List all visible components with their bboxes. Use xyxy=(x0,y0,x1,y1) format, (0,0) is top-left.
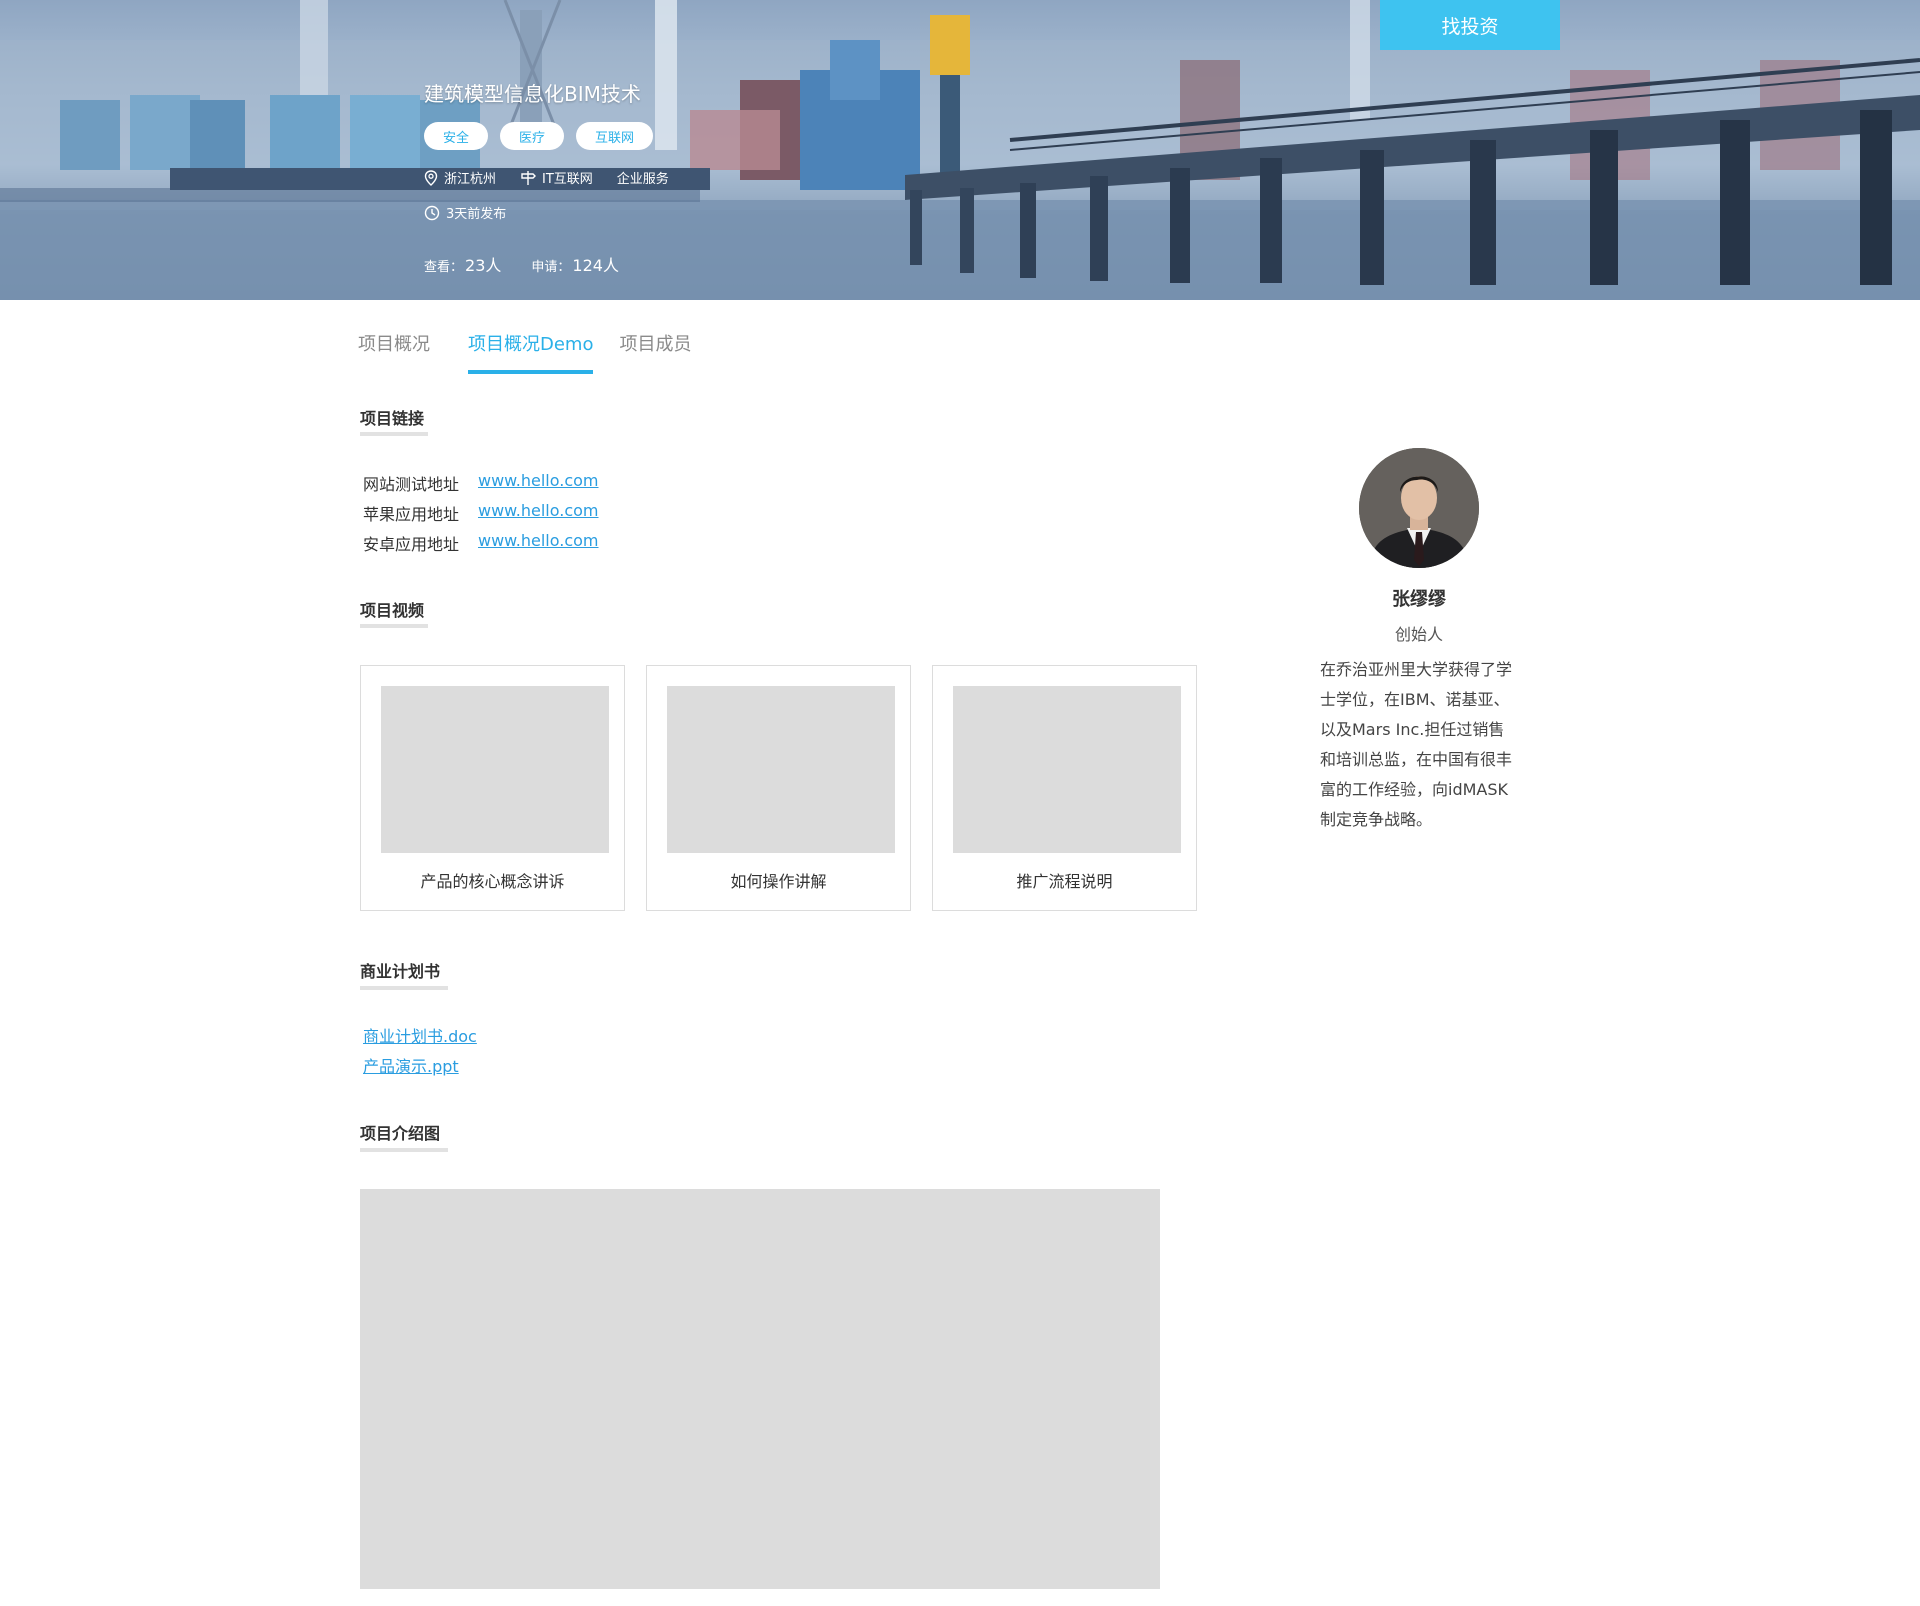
video-title: 推广流程说明 xyxy=(1016,872,1113,891)
tag-internet[interactable]: 互联网 xyxy=(576,122,654,150)
video-card[interactable]: 推广流程说明 xyxy=(932,665,1197,911)
intro-image-placeholder xyxy=(360,1189,1160,1589)
signpost-icon xyxy=(521,170,537,185)
category-text: 企业服务 xyxy=(616,172,669,187)
clock-icon xyxy=(424,205,440,220)
bio-line: 在乔治亚州里大学获得了学 xyxy=(1320,660,1513,679)
publish-info: 3天前发布 xyxy=(424,203,506,222)
applies-count: 124人 xyxy=(572,256,619,275)
industrial-harbor-illustration xyxy=(0,0,1920,300)
tag-security[interactable]: 安全 xyxy=(424,122,489,150)
website-link[interactable]: www.hello.com xyxy=(478,471,599,495)
section-divider xyxy=(360,1148,448,1152)
founder-portrait xyxy=(1359,448,1479,568)
video-thumbnail[interactable] xyxy=(953,686,1181,853)
video-thumbnail[interactable] xyxy=(381,686,609,853)
project-title: 建筑模型信息化BIM技术 xyxy=(424,82,641,106)
section-divider xyxy=(360,986,448,990)
industry-text: IT互联网 xyxy=(542,172,593,187)
video-card[interactable]: 如何操作讲解 xyxy=(646,665,911,911)
project-meta: 浙江杭州 IT互联网 企业服务 xyxy=(424,168,669,187)
intro-section-title: 项目介绍图 xyxy=(360,1124,441,1143)
bio-line: 富的工作经验，向idMASK xyxy=(1320,780,1509,799)
founder-avatar xyxy=(1359,448,1479,568)
publish-time: 3天前发布 xyxy=(446,207,507,222)
tab-overview-demo[interactable]: 项目概况Demo xyxy=(468,330,594,374)
link-row-website: 网站测试地址 www.hello.com xyxy=(363,471,599,495)
link-label: 苹果应用地址 xyxy=(363,505,460,524)
find-investment-button[interactable]: 找投资 xyxy=(1380,0,1560,50)
video-title: 产品的核心概念讲诉 xyxy=(420,872,565,891)
ios-app-link[interactable]: www.hello.com xyxy=(478,501,599,525)
bio-line: 士学位，在IBM、诺基亚、 xyxy=(1320,690,1510,709)
tab-members[interactable]: 项目成员 xyxy=(619,330,691,374)
product-demo-file-link[interactable]: 产品演示.ppt xyxy=(363,1053,459,1077)
video-title: 如何操作讲解 xyxy=(730,872,827,891)
founder-name: 张缪缪 xyxy=(1392,589,1446,610)
tag-list: 安全 医疗 互联网 xyxy=(424,122,654,150)
link-label: 网站测试地址 xyxy=(363,475,460,494)
video-thumbnail[interactable] xyxy=(667,686,895,853)
views-count: 23人 xyxy=(465,256,502,275)
android-app-link[interactable]: www.hello.com xyxy=(478,531,599,555)
bio-line: 和培训总监，在中国有很丰 xyxy=(1320,750,1513,769)
link-row-ios: 苹果应用地址 www.hello.com xyxy=(363,501,599,525)
bio-line: 以及Mars Inc.担任过销售 xyxy=(1320,720,1505,739)
tab-overview[interactable]: 项目概况 xyxy=(358,330,430,374)
section-divider xyxy=(360,624,428,628)
plan-section-title: 商业计划书 xyxy=(360,962,441,981)
section-divider xyxy=(360,432,428,436)
location-text: 浙江杭州 xyxy=(444,172,497,187)
applies-label: 申请： xyxy=(531,260,571,275)
video-section-title: 项目视频 xyxy=(360,601,425,620)
link-row-android: 安卓应用地址 www.hello.com xyxy=(363,531,599,555)
bio-line: 制定竞争战略。 xyxy=(1320,810,1433,829)
location-pin-icon xyxy=(424,169,438,186)
link-label: 安卓应用地址 xyxy=(363,535,460,554)
links-section-title: 项目链接 xyxy=(360,409,425,428)
video-card[interactable]: 产品的核心概念讲诉 xyxy=(360,665,625,911)
project-stats: 查看： 23人 申请： 124人 xyxy=(424,252,619,276)
business-plan-file-link[interactable]: 商业计划书.doc xyxy=(363,1023,477,1047)
founder-bio: 在乔治亚州里大学获得了学 士学位，在IBM、诺基亚、 以及Mars Inc.担任… xyxy=(1320,655,1520,835)
project-tabs: 项目概况 项目概况Demo 项目成员 xyxy=(358,330,717,374)
tag-medical[interactable]: 医疗 xyxy=(500,122,565,150)
hero-banner: 找投资 建筑模型信息化BIM技术 安全 医疗 互联网 浙江杭州 IT互联网 企业… xyxy=(0,0,1920,300)
views-label: 查看： xyxy=(424,260,464,275)
founder-role: 创始人 xyxy=(1394,625,1443,644)
